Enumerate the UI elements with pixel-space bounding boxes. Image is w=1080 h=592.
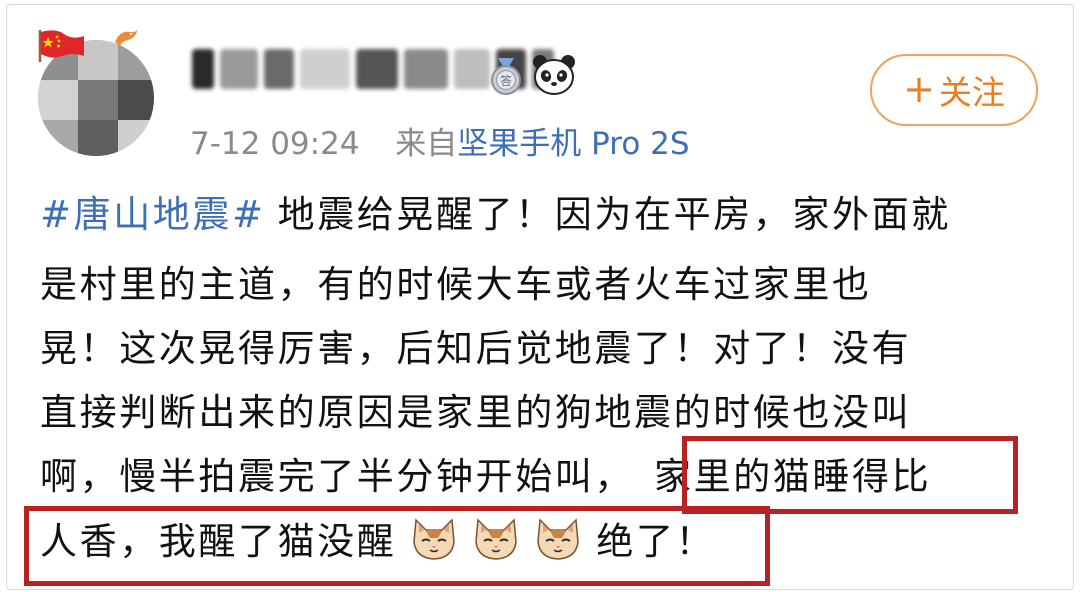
post-text: 是村里的主道，有的时候大车或者火车过家里也	[40, 263, 872, 306]
post-text: 地震给晃醒了！因为在平房，家外面就	[277, 193, 951, 236]
highlight-box-bottom	[24, 506, 770, 586]
hashtag-link[interactable]: #唐山地震#	[40, 193, 266, 236]
medal-icon: 答	[491, 58, 521, 95]
post-meta: 7-12 09:24 来自坚果手机 Pro 2S	[190, 118, 690, 163]
follow-button[interactable]: + 关注	[870, 54, 1038, 126]
device-source[interactable]: 坚果手机 Pro 2S	[457, 126, 689, 162]
bird-icon	[115, 28, 138, 46]
highlight-box-top	[682, 436, 1018, 514]
china-flag-icon	[38, 30, 84, 62]
post-line-2: 是村里的主道，有的时候大车或者火车过家里也	[40, 260, 872, 310]
follow-label: 关注	[938, 73, 1005, 112]
post-line-4: 直接判断出来的原因是家里的狗地震的时候也没叫	[40, 388, 911, 438]
post-line-1: #唐山地震# 地震给晃醒了！因为在平房，家外面就	[40, 190, 951, 240]
post-text: 啊，慢半拍震完了半分钟开始叫，	[40, 455, 634, 498]
timestamp[interactable]: 7-12 09:24	[190, 126, 360, 162]
svg-text:答: 答	[500, 73, 512, 88]
plus-icon: +	[903, 66, 935, 111]
post-text: 直接判断出来的原因是家里的狗地震的时候也没叫	[40, 391, 912, 434]
source-prefix: 来自	[395, 126, 458, 162]
panda-icon	[533, 55, 575, 95]
post-text: 晃！这次晃得厉害，后知后觉地震了！对了！没有	[40, 327, 912, 370]
post-line-3: 晃！这次晃得厉害，后知后觉地震了！对了！没有	[40, 324, 911, 374]
